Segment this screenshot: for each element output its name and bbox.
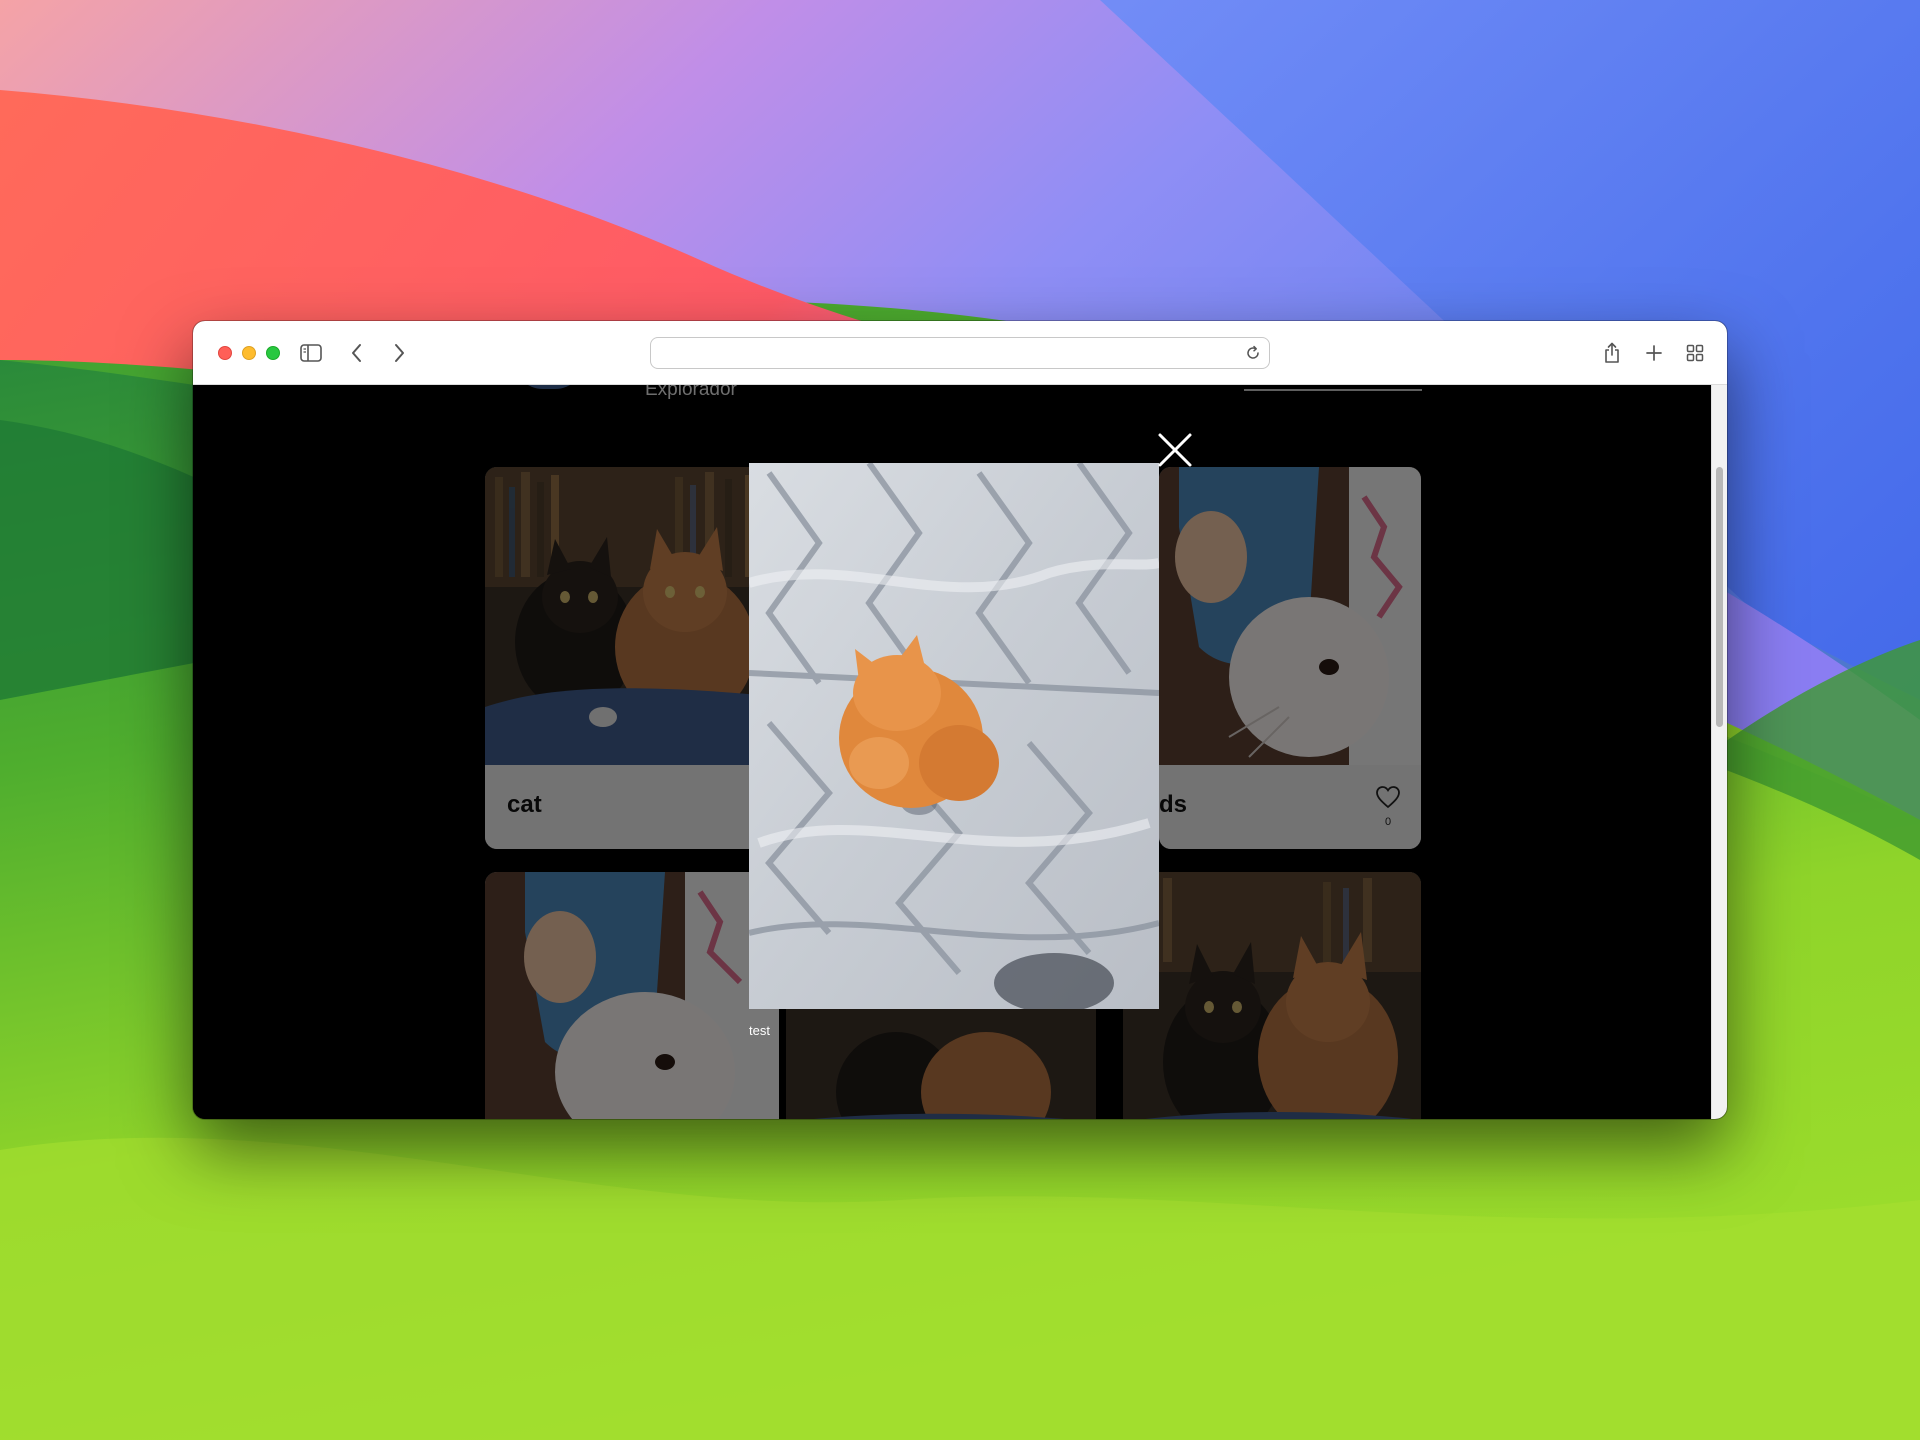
chevron-left-icon[interactable] (345, 341, 369, 365)
plus-icon[interactable] (1642, 341, 1666, 365)
reload-icon[interactable] (1245, 345, 1261, 361)
post-title: cat (507, 791, 542, 818)
tab-overview-icon[interactable] (1683, 341, 1707, 365)
modal-image (749, 463, 1159, 1009)
address-bar[interactable] (650, 337, 1270, 369)
kitten-photo (749, 463, 1159, 1009)
scrollbar[interactable] (1711, 385, 1727, 1119)
like-button[interactable]: 0 (1373, 785, 1403, 828)
post-image (485, 467, 781, 767)
post-card[interactable] (1123, 872, 1421, 1119)
sidebar-icon[interactable] (299, 341, 323, 365)
avatar[interactable] (513, 385, 585, 389)
post-card[interactable]: cat (485, 467, 781, 849)
window-minimize-button[interactable] (242, 346, 256, 360)
header-divider (1244, 389, 1422, 391)
scrollbar-thumb[interactable] (1716, 467, 1723, 727)
post-card[interactable]: ds 0 (1159, 467, 1421, 849)
like-count: 0 (1384, 816, 1392, 828)
modal-caption: test (749, 1023, 770, 1038)
close-icon[interactable] (1156, 431, 1194, 469)
post-card[interactable] (485, 872, 779, 1119)
browser-toolbar (193, 321, 1727, 385)
post-image (1123, 872, 1421, 1119)
heart-icon (1376, 786, 1400, 809)
post-image (1159, 467, 1421, 767)
profile-username: Explorador (645, 385, 737, 400)
post-title: ds (1159, 791, 1188, 818)
post-footer: ds 0 (1159, 765, 1421, 849)
window-maximize-button[interactable] (266, 346, 280, 360)
window-close-button[interactable] (218, 346, 232, 360)
post-image (485, 872, 779, 1119)
share-icon[interactable] (1600, 341, 1624, 365)
browser-window: Explorador cat ds 0 test (193, 321, 1727, 1119)
desktop: Explorador cat ds 0 test (0, 0, 1920, 1440)
chevron-right-icon[interactable] (387, 341, 411, 365)
post-footer: cat (485, 765, 781, 849)
page-viewport: Explorador cat ds 0 test (193, 385, 1727, 1119)
